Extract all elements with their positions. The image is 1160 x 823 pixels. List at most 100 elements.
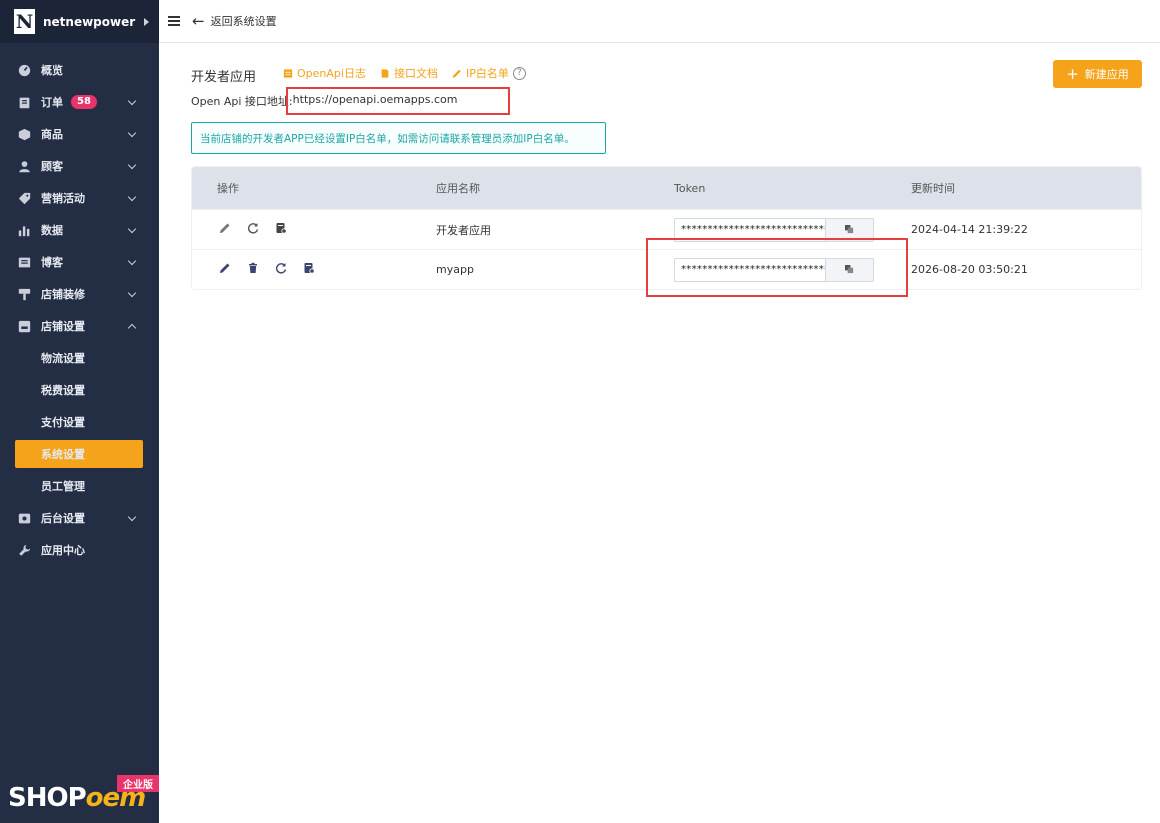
sidebar-subitem-staff[interactable]: 员工管理: [0, 470, 159, 502]
product-icon: [17, 127, 31, 141]
ip-whitelist-label: IP白名单: [465, 67, 509, 80]
settings-doc-icon[interactable]: [275, 222, 287, 237]
shopoem-logo: 企业版 SHOPoem: [0, 775, 159, 821]
main-content: 开发者应用 OpenApi日志 接口文档 IP白名单 ? + 新建应用 Open…: [159, 44, 1160, 823]
store-settings-icon: [17, 319, 31, 333]
api-docs-link[interactable]: 接口文档: [380, 65, 438, 81]
logo-shop-text: SHOP: [8, 783, 87, 813]
chevron-down-icon: [127, 128, 137, 138]
sidebar-item-app-center[interactable]: 应用中心: [0, 534, 159, 566]
log-icon: [283, 68, 293, 78]
tag-icon: [17, 191, 31, 205]
logo-oem-text: oem: [85, 783, 147, 813]
sidebar-item-orders[interactable]: 订单 58: [0, 86, 159, 118]
sidebar-item-label: 数据: [41, 224, 63, 237]
menu-toggle-icon[interactable]: [168, 16, 180, 26]
arrow-left-icon[interactable]: ←: [192, 12, 205, 30]
sidebar-item-admin-settings[interactable]: 后台设置: [0, 502, 159, 534]
sidebar-subitem-logistics[interactable]: 物流设置: [0, 342, 159, 374]
column-header-updated: 更新时间: [911, 182, 955, 195]
api-docs-label: 接口文档: [393, 67, 438, 80]
sidebar-item-label: 店铺设置: [41, 320, 85, 333]
brand-logo: N: [14, 9, 35, 34]
sidebar-item-label: 店铺装修: [41, 288, 85, 301]
help-icon[interactable]: ?: [512, 66, 526, 80]
back-to-system-settings-link[interactable]: 返回系统设置: [211, 13, 277, 29]
sidebar-item-marketing[interactable]: 营销活动: [0, 182, 159, 214]
sidebar-subitem-system-settings[interactable]: 系统设置: [15, 440, 143, 468]
chevron-down-icon: [127, 192, 137, 202]
sidebar-item-blog[interactable]: 博客: [0, 246, 159, 278]
chevron-down-icon: [127, 288, 137, 298]
sidebar-item-customers[interactable]: 顾客: [0, 150, 159, 182]
sidebar-item-overview[interactable]: 概览: [0, 54, 159, 86]
chevron-down-icon: [127, 224, 137, 234]
highlight-box-token: [646, 238, 908, 297]
sidebar-menu: 概览 订单 58 商品 顾客 营销活动 数据 博客 店铺装修 店铺设置 物流设置…: [0, 54, 159, 566]
store-switcher[interactable]: N netnewpower: [0, 0, 159, 43]
page-title: 开发者应用: [191, 70, 257, 85]
row-actions: [192, 222, 436, 237]
sidebar-item-label: 博客: [41, 256, 63, 269]
highlight-box-api-url: [286, 87, 510, 115]
chevron-up-icon: [127, 323, 137, 333]
new-app-label: 新建应用: [1084, 68, 1129, 81]
updated-time: 2024-04-14 21:39:22: [911, 223, 1028, 236]
chevron-down-icon: [127, 256, 137, 266]
updated-time: 2026-08-20 03:50:21: [911, 263, 1028, 276]
sidebar-item-store-settings[interactable]: 店铺设置: [0, 310, 159, 342]
refresh-icon[interactable]: [275, 262, 287, 277]
sidebar-item-label: 应用中心: [41, 544, 85, 557]
plus-icon: +: [1066, 64, 1079, 83]
chevron-down-icon: [127, 160, 137, 170]
column-header-app-name: 应用名称: [436, 182, 480, 195]
chart-icon: [17, 223, 31, 237]
admin-settings-icon: [17, 511, 31, 525]
openapi-log-label: OpenApi日志: [297, 67, 366, 80]
sidebar: N netnewpower 概览 订单 58 商品 顾客 营销活动 数据 博客 …: [0, 0, 159, 823]
logo-text: SHOPoem: [8, 783, 147, 813]
developer-apps-panel: 开发者应用 OpenApi日志 接口文档 IP白名单 ? + 新建应用 Open…: [159, 44, 1160, 823]
edit-icon: [452, 69, 461, 78]
settings-doc-icon[interactable]: [303, 262, 315, 277]
header-links: OpenApi日志 接口文档 IP白名单 ?: [283, 65, 526, 81]
customer-icon: [17, 159, 31, 173]
sidebar-item-label: 商品: [41, 128, 63, 141]
new-app-button[interactable]: + 新建应用: [1053, 60, 1142, 88]
sidebar-subitem-payment[interactable]: 支付设置: [0, 406, 159, 438]
table-header: 操作 应用名称 Token 更新时间: [192, 167, 1141, 209]
topbar: ← 返回系统设置: [159, 0, 1160, 43]
sidebar-item-label: 顾客: [41, 160, 63, 173]
sidebar-item-products[interactable]: 商品: [0, 118, 159, 150]
brush-icon: [17, 287, 31, 301]
api-address-label: Open Api 接口地址:: [191, 95, 293, 108]
app-name: 开发者应用: [436, 223, 491, 237]
ip-whitelist-notice: 当前店铺的开发者APP已经设置IP白名单，如需访问请联系管理员添加IP白名单。: [191, 122, 606, 154]
dashboard-icon: [17, 63, 31, 77]
blog-icon: [17, 255, 31, 269]
ip-whitelist-link[interactable]: IP白名单: [452, 65, 509, 81]
caret-right-icon: [144, 17, 150, 26]
sidebar-item-data[interactable]: 数据: [0, 214, 159, 246]
sidebar-item-label: 订单: [41, 96, 63, 109]
refresh-icon[interactable]: [247, 222, 259, 237]
edit-icon[interactable]: [219, 222, 231, 237]
store-name: netnewpower: [43, 14, 136, 29]
order-count-badge: 58: [71, 95, 97, 109]
sidebar-item-decoration[interactable]: 店铺装修: [0, 278, 159, 310]
chevron-down-icon: [127, 512, 137, 522]
edit-icon[interactable]: [219, 262, 231, 277]
document-icon: [381, 68, 389, 78]
row-actions: [192, 262, 436, 277]
chevron-down-icon: [127, 96, 137, 106]
column-header-actions: 操作: [217, 182, 239, 195]
sidebar-subitem-tax[interactable]: 税费设置: [0, 374, 159, 406]
openapi-log-link[interactable]: OpenApi日志: [283, 65, 366, 81]
delete-icon[interactable]: [247, 262, 259, 277]
app-name: myapp: [436, 263, 474, 276]
sidebar-item-label: 营销活动: [41, 192, 85, 205]
column-header-token: Token: [674, 181, 706, 195]
wrench-icon: [17, 543, 31, 557]
sidebar-item-label: 概览: [41, 64, 63, 77]
order-icon: [17, 95, 31, 109]
